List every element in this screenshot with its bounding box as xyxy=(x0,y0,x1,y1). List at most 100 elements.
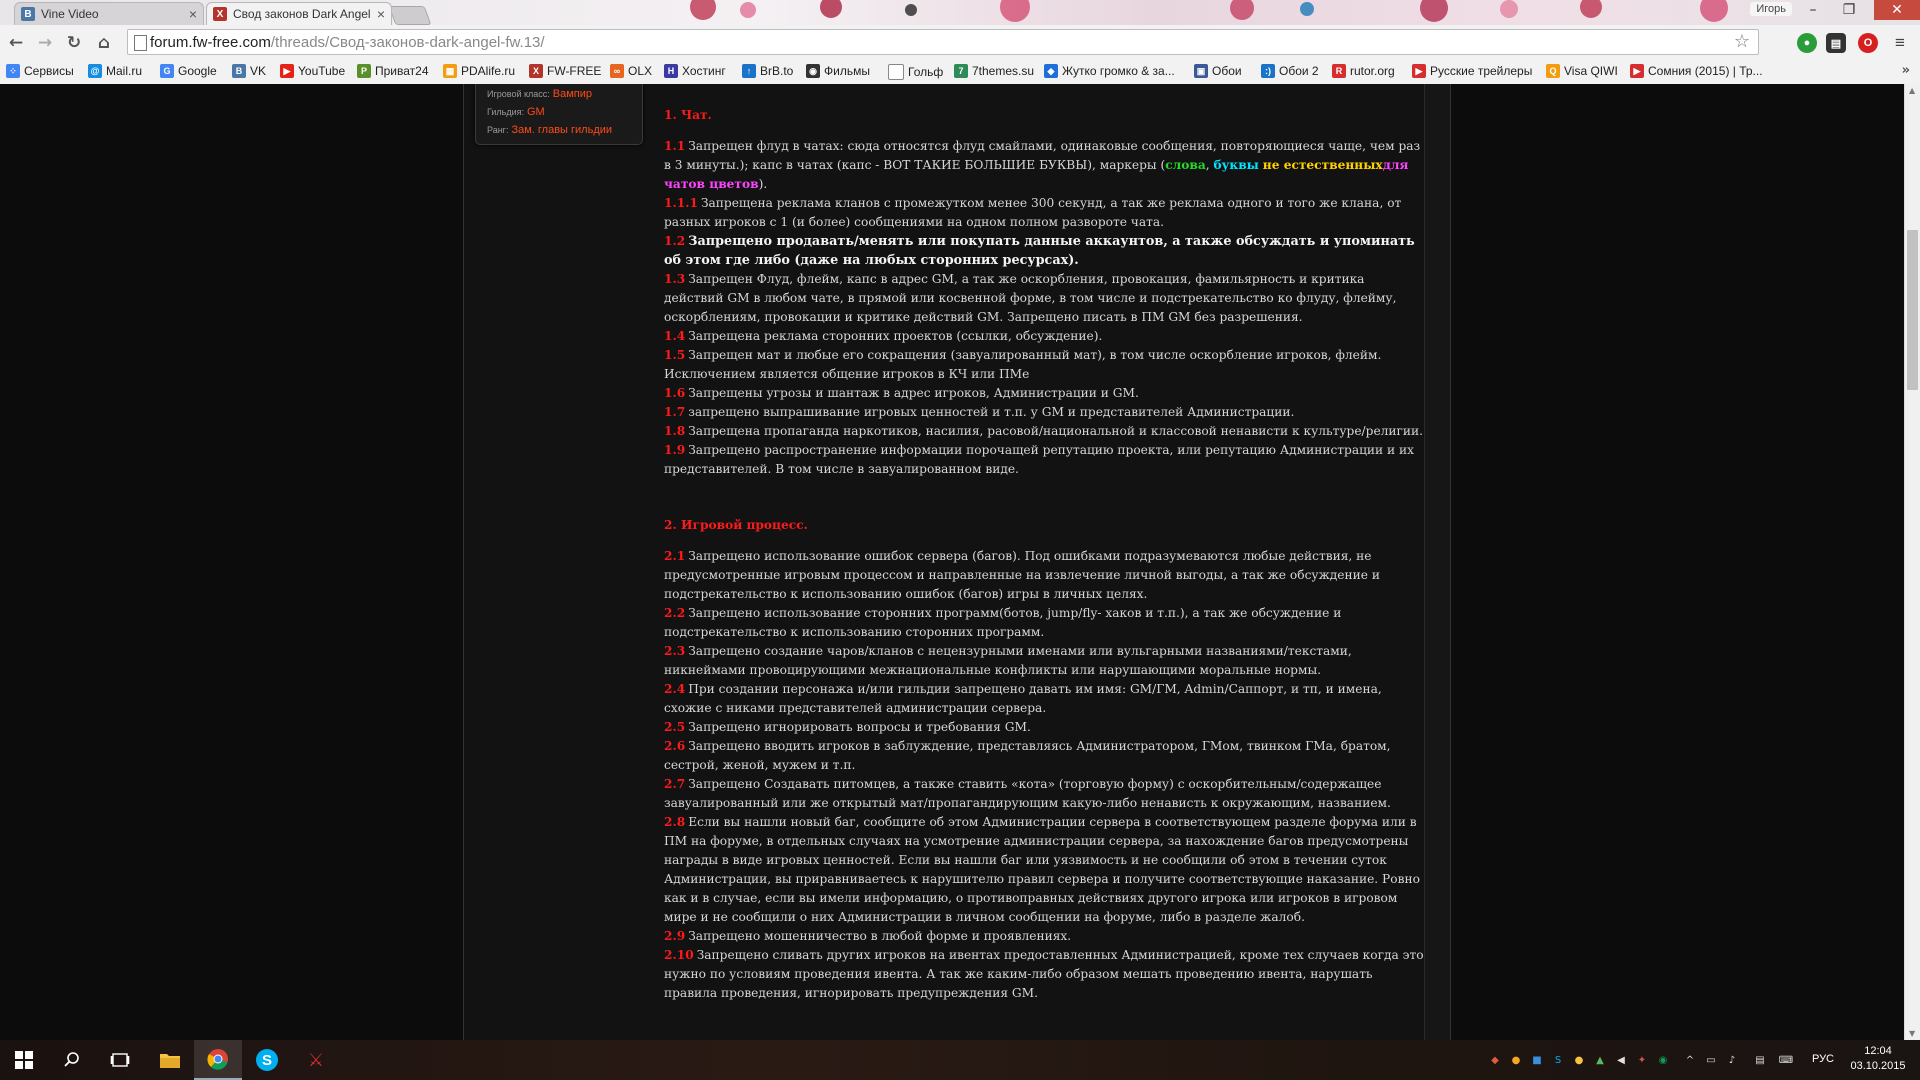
rule-text: Запрещено Создавать питомцев, а также ст… xyxy=(664,777,1391,810)
rule-text: Запрещена реклама сторонних проектов (сс… xyxy=(688,329,1103,343)
rule-number: 2.8 xyxy=(664,815,686,829)
page-scrollbar[interactable]: ▲ ▼ xyxy=(1904,84,1920,1040)
forward-icon[interactable]: → xyxy=(34,32,56,54)
tab-vine-video[interactable]: B Vine Video × xyxy=(14,2,204,25)
window-close-button[interactable]: ✕ xyxy=(1874,0,1920,20)
keyboard-icon[interactable]: ⌨ xyxy=(1778,1052,1794,1068)
rule-text: При создании персонажа и/или гильдии зап… xyxy=(664,682,1382,715)
mailru-icon: @ xyxy=(88,64,102,78)
bookmark-privat24[interactable]: P Приват24 xyxy=(357,64,429,78)
extension-green-icon[interactable]: ● xyxy=(1797,33,1817,53)
bookmark-films[interactable]: ◉ Фильмы xyxy=(806,64,870,78)
chrome-icon xyxy=(207,1049,228,1070)
rule-number: 2.6 xyxy=(664,739,686,753)
bookmark-youtube[interactable]: ▶ YouTube xyxy=(280,64,345,78)
bookmark-somnia[interactable]: ▶ Сомния (2015) | Тр... xyxy=(1630,64,1763,78)
rule-item: 1.4 Запрещена реклама сторонних проектов … xyxy=(664,327,1424,346)
tray-app-icon[interactable]: ◀ xyxy=(1613,1052,1629,1068)
bookmark-label: Google xyxy=(178,64,217,78)
bookmark-star-icon[interactable]: ☆ xyxy=(1734,31,1750,52)
tray-app-icon[interactable]: ▲ xyxy=(1592,1052,1608,1068)
scroll-up-icon[interactable]: ▲ xyxy=(1909,86,1915,95)
bookmark-wallpapers[interactable]: ▣ Обои xyxy=(1194,64,1242,78)
bookmark-rutor[interactable]: Rrutor.org xyxy=(1332,64,1395,78)
menu-icon[interactable]: ≡ xyxy=(1890,33,1910,53)
task-view-button[interactable] xyxy=(96,1040,144,1080)
rule-item: 1.8 Запрещена пропаганда наркотиков, наси… xyxy=(664,422,1424,441)
bookmark-mailru[interactable]: @ Mail.ru xyxy=(88,64,142,78)
back-icon[interactable]: ← xyxy=(5,32,27,54)
home-icon[interactable]: ⌂ xyxy=(93,32,115,54)
url-text[interactable]: forum.fw-free.com/threads/Свод-законов-d… xyxy=(150,34,545,51)
user-class-label: Игровой класс: xyxy=(487,89,550,99)
tab-dark-angel[interactable]: X Свод законов Dark Angel × xyxy=(206,2,392,25)
close-icon[interactable]: × xyxy=(189,6,197,22)
rule-number: 1.1.1 xyxy=(664,196,698,210)
bookmark-vk[interactable]: B VK xyxy=(232,64,266,78)
profile-button[interactable]: Игорь xyxy=(1750,2,1792,16)
tray-skype-icon[interactable]: S xyxy=(1550,1052,1566,1068)
rule-text: ). xyxy=(758,177,768,191)
new-tab-button[interactable] xyxy=(388,6,432,25)
bookmark-brb[interactable]: ↑ BrB.to xyxy=(742,64,793,78)
volume-icon[interactable]: ♪ xyxy=(1724,1052,1740,1068)
extension-cards-icon[interactable]: ▤ xyxy=(1826,33,1846,53)
video-icon: ▶ xyxy=(1630,64,1644,78)
action-center-icon[interactable]: ▤ xyxy=(1752,1052,1768,1068)
network-icon[interactable]: ▭ xyxy=(1703,1052,1719,1068)
minimize-icon[interactable]: – xyxy=(1798,0,1828,20)
rule-item: 2.7 Запрещено Создавать питомцев, а также… xyxy=(664,775,1424,813)
bookmark-pdalife[interactable]: ▦ PDAlife.ru xyxy=(443,64,515,78)
tray-app-icon[interactable]: ● xyxy=(1508,1052,1524,1068)
search-button[interactable] xyxy=(48,1040,96,1080)
scrollbar-thumb[interactable] xyxy=(1907,230,1918,390)
bookmark-wallpapers-2[interactable]: :) Обои 2 xyxy=(1261,64,1319,78)
bookmark-label: rutor.org xyxy=(1350,64,1395,78)
bookmark-qiwi[interactable]: Q Visa QIWI xyxy=(1546,64,1618,78)
tray-app-icon[interactable]: ■ xyxy=(1529,1052,1545,1068)
tray-app-icon[interactable]: ✦ xyxy=(1634,1052,1650,1068)
bookmark-golf[interactable]: Гольф xyxy=(888,64,943,80)
bookmark-label: VK xyxy=(250,64,267,78)
bookmark-7themes[interactable]: 7 7themes.su xyxy=(954,64,1034,78)
input-language[interactable]: РУС xyxy=(1812,1053,1834,1065)
rule-item: 1.3 Запрещен Флуд, флейм, капс в адрес GM… xyxy=(664,270,1424,327)
bookmark-label: Жутко громко & за... xyxy=(1062,64,1175,78)
bookmark-label: Фильмы xyxy=(824,64,870,78)
bookmark-olx[interactable]: ∞ OLX xyxy=(610,64,652,78)
more-bookmarks-icon[interactable]: » xyxy=(1902,63,1910,78)
bookmark-zhutko[interactable]: ◆ Жутко громко & за... xyxy=(1044,64,1175,78)
divider xyxy=(1450,84,1451,1040)
rule-text-bold: Запрещено продавать/менять или покупать … xyxy=(664,234,1415,268)
tray-app-icon[interactable]: ◆ xyxy=(1487,1052,1503,1068)
show-hidden-icons[interactable]: ^ xyxy=(1682,1052,1698,1068)
bookmark-hosting[interactable]: H Хостинг xyxy=(664,64,726,78)
taskbar-skype[interactable]: S xyxy=(243,1040,291,1080)
close-icon[interactable]: × xyxy=(377,6,385,22)
bookmark-trailers[interactable]: ▶ Русские трейлеры xyxy=(1412,64,1532,78)
rule-text: Запрещено использование ошибок сервера (… xyxy=(664,549,1380,601)
tray-app-icon[interactable]: ● xyxy=(1571,1052,1587,1068)
start-button[interactable] xyxy=(0,1040,48,1080)
pdalife-icon: ▦ xyxy=(443,64,457,78)
taskbar-game[interactable]: ⚔ xyxy=(292,1040,340,1080)
bookmark-google[interactable]: G Google xyxy=(160,64,217,78)
restore-icon[interactable]: ❐ xyxy=(1834,0,1864,20)
decor-flower xyxy=(1500,0,1518,18)
scroll-down-icon[interactable]: ▼ xyxy=(1909,1029,1915,1038)
tray-chrome-icon[interactable]: ◉ xyxy=(1655,1052,1671,1068)
section-heading: 2. Игровой процесс. xyxy=(664,518,808,532)
clock[interactable]: 12:04 03.10.2015 xyxy=(1848,1044,1908,1074)
taskbar-chrome[interactable] xyxy=(194,1040,242,1080)
bookmark-fwfree[interactable]: X FW-FREE xyxy=(529,64,601,78)
taskbar-file-explorer[interactable] xyxy=(146,1040,194,1080)
bookmark-services[interactable]: ⁘ Сервисы xyxy=(6,64,74,78)
address-bar[interactable]: forum.fw-free.com/threads/Свод-законов-d… xyxy=(127,29,1759,55)
reload-icon[interactable]: ↻ xyxy=(63,32,85,54)
fwfree-icon: X xyxy=(529,64,543,78)
tab-title: Vine Video xyxy=(41,7,99,21)
bookmarks-bar: ⁘ Сервисы @ Mail.ru G Google B VK ▶ YouTube P… xyxy=(0,60,1920,85)
extension-opera-icon[interactable]: O xyxy=(1858,33,1878,53)
windows-taskbar: S ⚔ ◆ ● ■ S ● ▲ ◀ ✦ ◉ ^ ▭ ♪ ▤ ⌨ РУС 12:0… xyxy=(0,1040,1920,1080)
user-rank-label: Ранг: xyxy=(487,125,509,135)
